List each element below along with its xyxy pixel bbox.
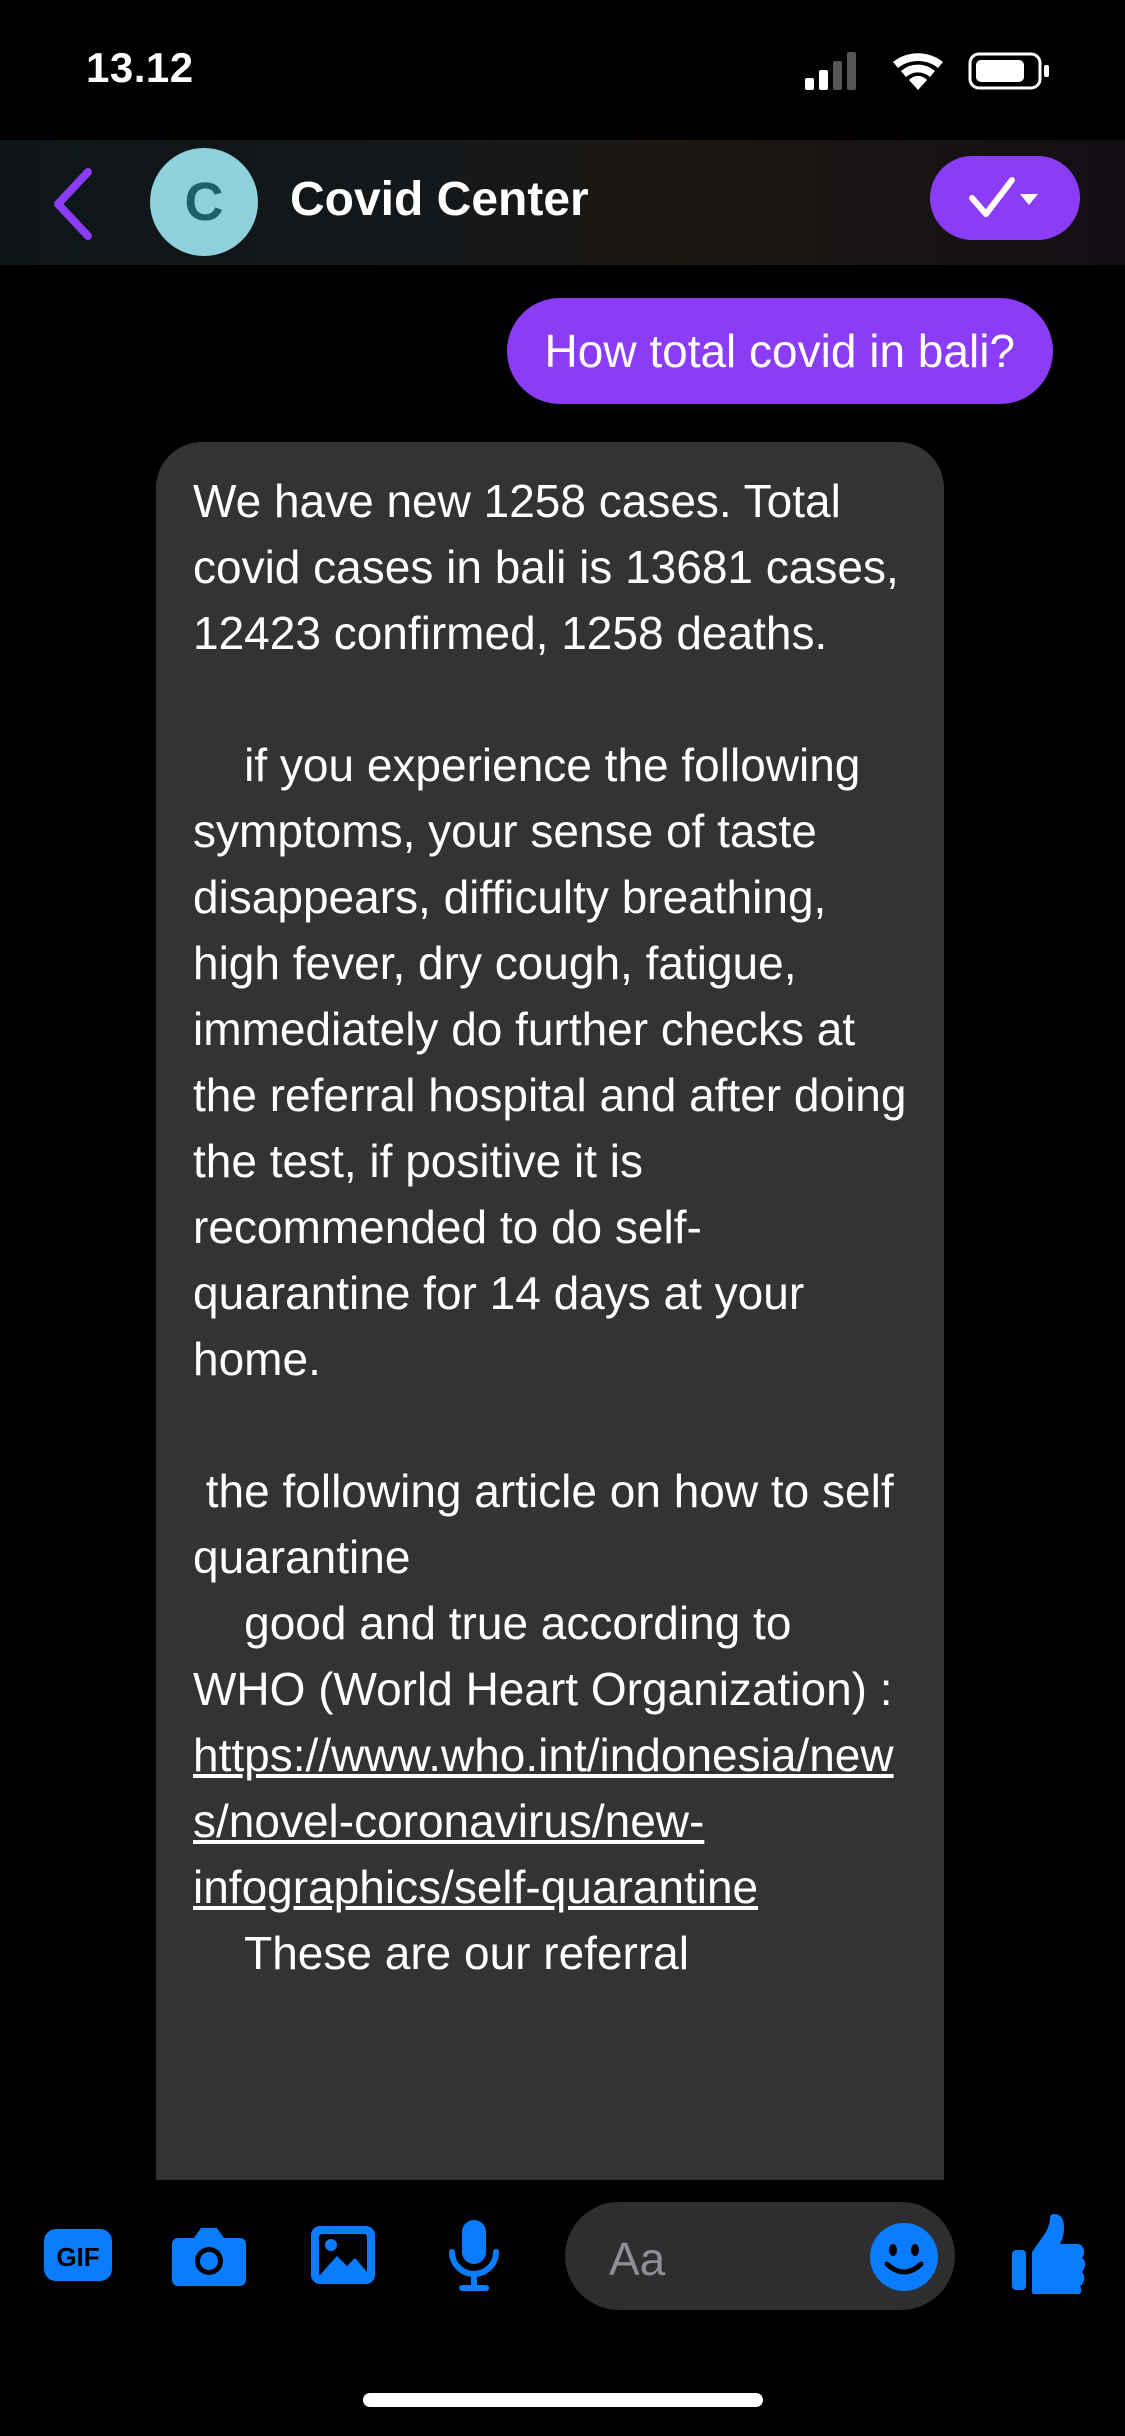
status-icons	[805, 52, 1049, 90]
incoming-text-part-2: These are our referral	[244, 1927, 689, 1979]
signal-icon	[805, 52, 856, 90]
microphone-icon[interactable]	[446, 2218, 502, 2294]
checkmark-menu-button[interactable]	[930, 156, 1080, 240]
message-input[interactable]: Aa	[565, 2202, 955, 2310]
outgoing-message-text: How total covid in bali?	[544, 325, 1015, 377]
message-composer: GIF Aa	[0, 2180, 1125, 2436]
who-article-link[interactable]: https://www.who.int/indonesia/news/novel…	[193, 1729, 894, 1913]
svg-text:GIF: GIF	[56, 2242, 99, 2272]
incoming-text-part-1: We have new 1258 cases. Total covid case…	[193, 475, 907, 1715]
status-bar: 13.12	[0, 0, 1125, 140]
incoming-message-bubble[interactable]: We have new 1258 cases. Total covid case…	[156, 442, 944, 2202]
conversation-header: C Covid Center	[0, 140, 1125, 265]
battery-icon	[968, 52, 1049, 90]
gif-icon[interactable]: GIF	[42, 2223, 114, 2287]
camera-icon[interactable]	[170, 2220, 248, 2290]
thumbs-up-icon[interactable]	[1010, 2214, 1086, 2294]
incoming-message-text: We have new 1258 cases. Total covid case…	[193, 468, 914, 1986]
wifi-icon	[893, 53, 943, 90]
outgoing-message-bubble[interactable]: How total covid in bali?	[506, 298, 1053, 404]
avatar[interactable]: C	[150, 148, 258, 256]
status-time: 13.12	[86, 44, 194, 91]
avatar-initial: C	[184, 172, 224, 232]
contact-name[interactable]: Covid Center	[290, 172, 589, 227]
image-icon[interactable]	[308, 2220, 378, 2290]
checkmark-dropdown-icon	[969, 177, 1038, 217]
message-input-placeholder: Aa	[609, 2233, 666, 2285]
home-indicator[interactable]	[363, 2393, 763, 2407]
emoji-icon[interactable]	[869, 2222, 939, 2292]
back-chevron-icon[interactable]	[48, 164, 98, 244]
